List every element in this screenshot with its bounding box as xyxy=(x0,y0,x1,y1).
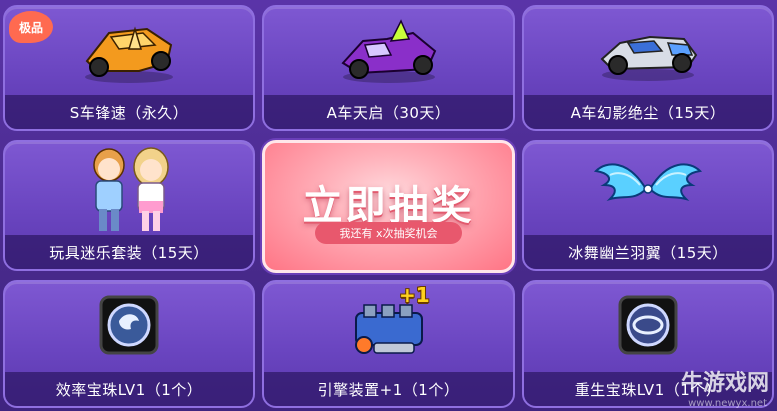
prize-label: 玩具迷乐套装（15天） xyxy=(5,235,253,269)
efficiency-orb-icon xyxy=(5,282,253,372)
prize-label: A车天启（30天） xyxy=(264,95,513,129)
prize-slot-4[interactable]: 玩具迷乐套装（15天） xyxy=(3,140,255,271)
site-watermark: 牛游戏网 xyxy=(680,371,769,396)
prize-slot-1[interactable]: S车锋速（永久） 极品 xyxy=(3,5,255,131)
remaining-chances: 我还有 x次抽奖机会 xyxy=(315,222,462,244)
plus-one-tag: +1 xyxy=(399,283,430,307)
prize-label: 冰舞幽兰羽翼（15天） xyxy=(524,235,772,269)
prize-label: 引擎装置+1（1个） xyxy=(264,372,513,406)
site-watermark-url: www.newyx.net xyxy=(688,398,767,409)
silver-kart-icon xyxy=(524,7,772,95)
prize-label: S车锋速（永久） xyxy=(5,95,253,129)
purple-kart-icon xyxy=(264,7,513,95)
prize-label: A车幻影绝尘（15天） xyxy=(524,95,772,129)
premium-badge: 极品 xyxy=(9,11,53,43)
prize-slot-5[interactable]: 冰舞幽兰羽翼（15天） xyxy=(522,140,774,271)
blue-wings-icon xyxy=(524,142,772,235)
prize-label: 效率宝珠LV1（1个） xyxy=(5,372,253,406)
engine-icon xyxy=(264,282,513,372)
prize-slot-3[interactable]: A车幻影绝尘（15天） xyxy=(522,5,774,131)
couple-outfit-icon xyxy=(5,142,253,235)
prize-slot-6[interactable]: 效率宝珠LV1（1个） xyxy=(3,280,255,408)
draw-button[interactable]: 立即抽奖 我还有 x次抽奖机会 xyxy=(262,140,515,273)
prize-slot-7[interactable]: 引擎装置+1（1个） xyxy=(262,280,515,408)
rebirth-orb-icon xyxy=(524,282,772,372)
prize-slot-2[interactable]: A车天启（30天） xyxy=(262,5,515,131)
